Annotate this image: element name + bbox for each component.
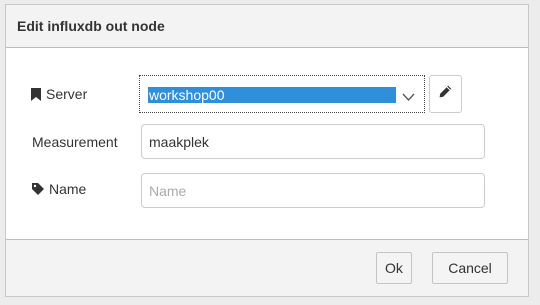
server-label-group: Server [31, 86, 87, 102]
dialog-header: Edit influxdb out node [6, 5, 528, 48]
chevron-down-icon [402, 89, 415, 107]
measurement-label-group: Measurement [32, 134, 118, 150]
pencil-icon [439, 85, 452, 103]
name-label: Name [49, 181, 87, 197]
dialog-title: Edit influxdb out node [17, 18, 165, 34]
cancel-button[interactable]: Cancel [432, 252, 508, 284]
edit-server-button[interactable] [429, 75, 462, 113]
edit-node-dialog: Edit influxdb out node Server workshop00… [5, 4, 529, 297]
server-label: Server [46, 86, 88, 102]
name-input[interactable] [141, 173, 485, 208]
server-selected-value: workshop00 [148, 87, 396, 103]
measurement-input[interactable] [141, 124, 485, 159]
name-label-group: Name [32, 181, 86, 197]
tag-icon [32, 183, 44, 195]
server-select[interactable]: workshop00 [139, 75, 425, 113]
ok-button[interactable]: Ok [376, 252, 412, 284]
bookmark-icon [31, 87, 41, 101]
measurement-label: Measurement [32, 134, 118, 150]
dialog-footer: Ok Cancel [6, 239, 528, 296]
